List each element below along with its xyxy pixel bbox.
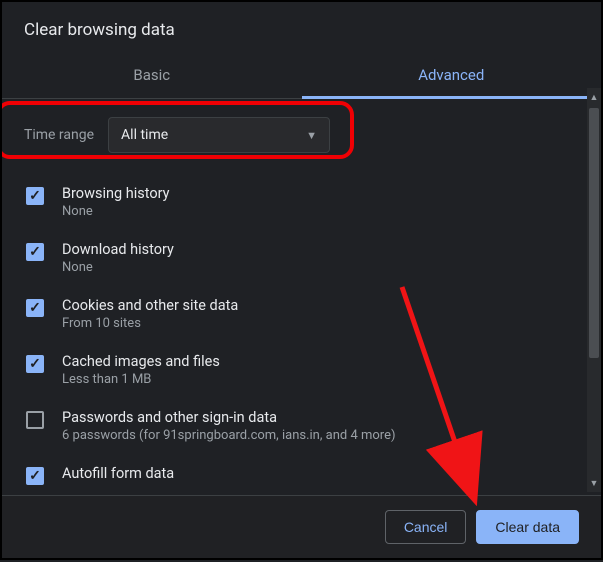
list-item: Autofill form data [20, 455, 583, 495]
item-subtitle: None [62, 260, 174, 275]
tab-basic[interactable]: Basic [2, 54, 302, 98]
list-item: Cached images and files Less than 1 MB [20, 343, 583, 399]
checkbox-autofill[interactable] [26, 467, 44, 485]
dialog-content: Time range All time ▼ Browsing history N… [2, 99, 601, 495]
checkbox-cache[interactable] [26, 355, 44, 373]
item-subtitle: 6 passwords (for 91springboard.com, ians… [62, 428, 396, 443]
dialog-title: Clear browsing data [2, 2, 601, 54]
clear-data-button[interactable]: Clear data [476, 510, 579, 544]
cancel-button[interactable]: Cancel [385, 510, 467, 544]
checkbox-download-history[interactable] [26, 243, 44, 261]
item-title: Cookies and other site data [62, 297, 238, 314]
list-item: Cookies and other site data From 10 site… [20, 287, 583, 343]
checkbox-cookies[interactable] [26, 299, 44, 317]
item-title: Download history [62, 241, 174, 258]
tab-advanced[interactable]: Advanced [302, 54, 602, 98]
scroll-down-icon[interactable]: ▼ [587, 474, 601, 492]
dialog-footer: Cancel Clear data [2, 495, 601, 558]
item-subtitle: None [62, 204, 170, 219]
list-item: Download history None [20, 231, 583, 287]
item-title: Browsing history [62, 185, 170, 202]
data-type-list: Browsing history None Download history N… [20, 171, 583, 495]
tab-bar: Basic Advanced [2, 54, 601, 99]
item-title: Cached images and files [62, 353, 220, 370]
checkbox-passwords[interactable] [26, 411, 44, 429]
time-range-label: Time range [24, 127, 94, 143]
time-range-value: All time [121, 127, 168, 143]
list-item: Browsing history None [20, 175, 583, 231]
item-subtitle: From 10 sites [62, 316, 238, 331]
time-range-select[interactable]: All time ▼ [108, 117, 330, 153]
time-range-row: Time range All time ▼ [20, 109, 583, 163]
chevron-down-icon: ▼ [306, 129, 317, 142]
scroll-up-icon[interactable]: ▲ [587, 88, 601, 106]
list-item: Passwords and other sign-in data 6 passw… [20, 399, 583, 455]
clear-browsing-data-dialog: Clear browsing data Basic Advanced Time … [2, 2, 601, 558]
checkbox-browsing-history[interactable] [26, 187, 44, 205]
scrollbar-thumb[interactable] [589, 108, 599, 358]
vertical-scrollbar[interactable]: ▲ ▼ [587, 88, 601, 492]
item-title: Autofill form data [62, 465, 174, 482]
item-subtitle: Less than 1 MB [62, 372, 220, 387]
item-title: Passwords and other sign-in data [62, 409, 396, 426]
